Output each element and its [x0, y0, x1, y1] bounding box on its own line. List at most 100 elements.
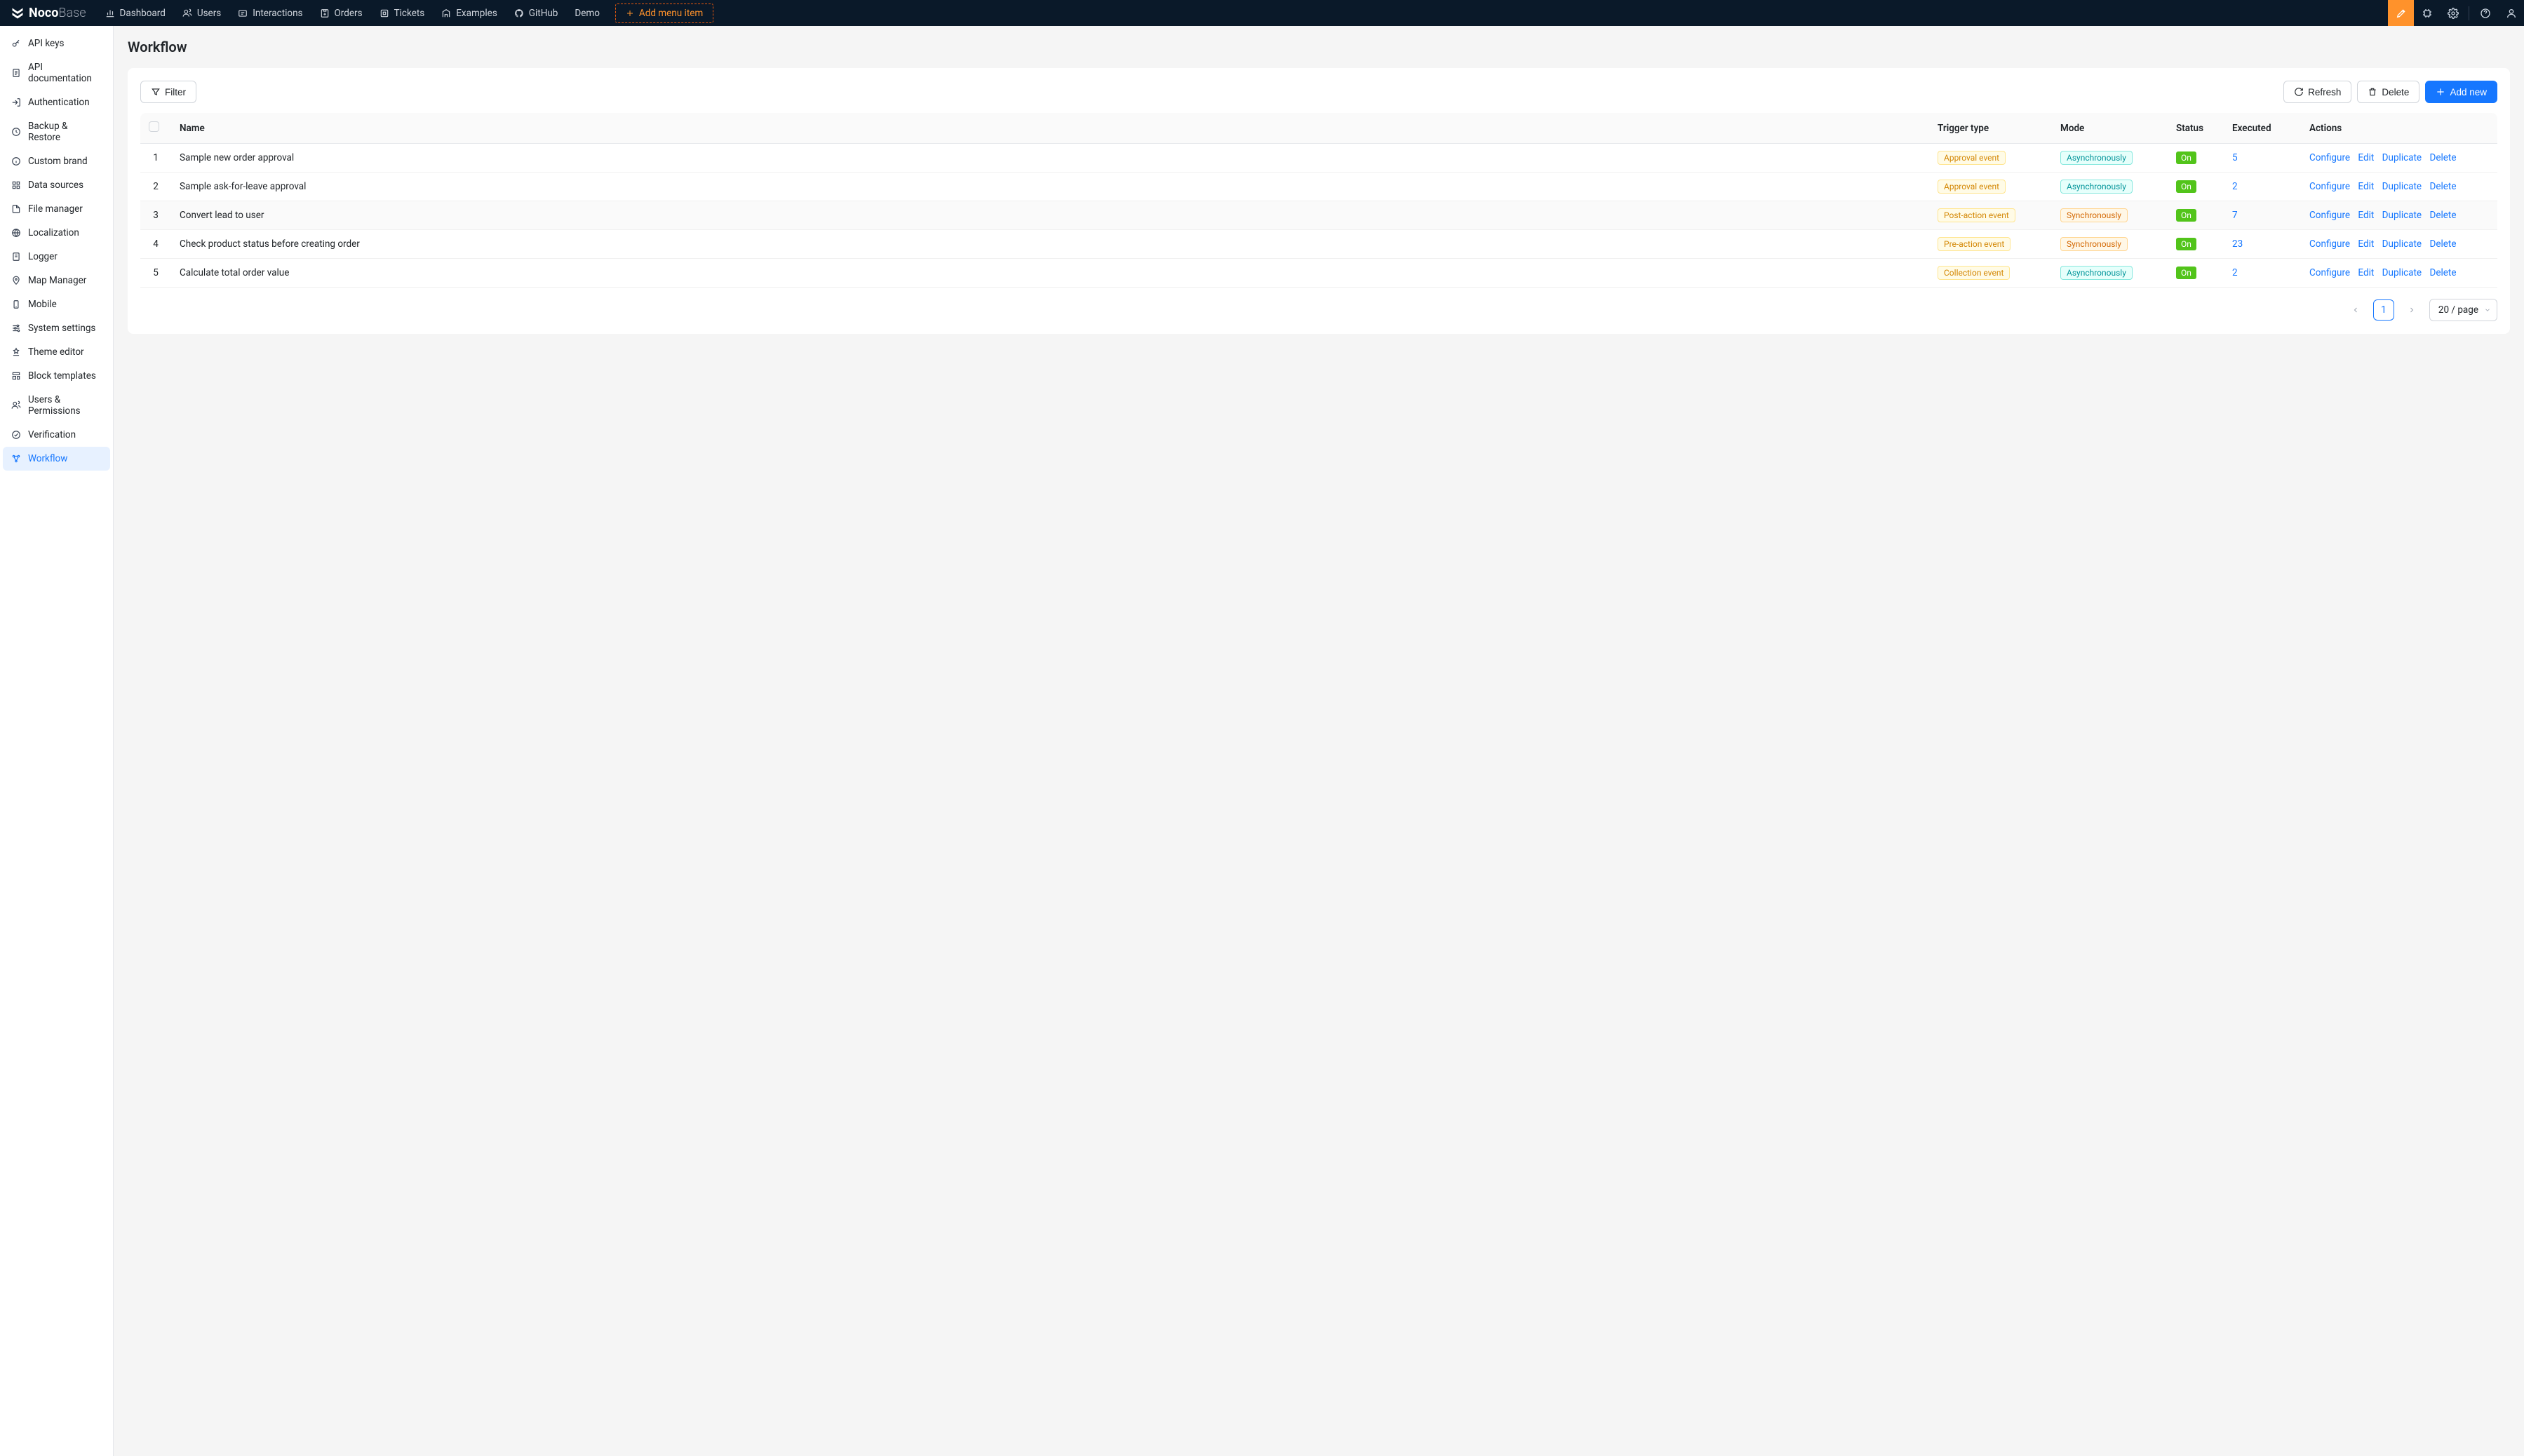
- add-menu-item-button[interactable]: Add menu item: [615, 4, 713, 23]
- trigger-tag: Approval event: [1938, 180, 2006, 194]
- sidebar-item-auth[interactable]: Authentication: [3, 90, 110, 114]
- delete-button[interactable]: Delete: [2357, 81, 2419, 103]
- sidebar-item-api-keys[interactable]: API keys: [3, 32, 110, 55]
- executed-link[interactable]: 2: [2232, 267, 2238, 278]
- sidebar: API keys API documentation Authenticatio…: [0, 26, 114, 1456]
- action-duplicate[interactable]: Duplicate: [2382, 181, 2422, 192]
- sidebar-item-map[interactable]: Map Manager: [3, 269, 110, 292]
- action-duplicate[interactable]: Duplicate: [2382, 238, 2422, 250]
- action-duplicate[interactable]: Duplicate: [2382, 210, 2422, 221]
- settings-button[interactable]: [2440, 0, 2466, 26]
- sidebar-item-verification[interactable]: Verification: [3, 423, 110, 447]
- sidebar-item-theme[interactable]: Theme editor: [3, 340, 110, 364]
- logo-text-light: Base: [58, 6, 86, 20]
- trigger-tag: Collection event: [1938, 266, 2010, 280]
- design-mode-button[interactable]: [2388, 0, 2414, 26]
- filter-button[interactable]: Filter: [140, 81, 196, 103]
- topnav-dashboard[interactable]: Dashboard: [97, 0, 174, 26]
- table-row[interactable]: 3 Convert lead to user Post-action event…: [140, 201, 2497, 230]
- action-edit[interactable]: Edit: [2358, 238, 2374, 250]
- help-button[interactable]: [2472, 0, 2498, 26]
- table-row[interactable]: 4 Check product status before creating o…: [140, 230, 2497, 259]
- refresh-button[interactable]: Refresh: [2283, 81, 2351, 103]
- action-configure[interactable]: Configure: [2309, 181, 2350, 192]
- executed-link[interactable]: 23: [2232, 238, 2243, 250]
- row-index: 5: [140, 259, 171, 288]
- topnav-examples[interactable]: Examples: [433, 0, 506, 26]
- toolbar-right: Refresh Delete Add new: [2283, 81, 2497, 103]
- sidebar-item-backup[interactable]: Backup & Restore: [3, 114, 110, 149]
- table-row[interactable]: 5 Calculate total order value Collection…: [140, 259, 2497, 288]
- action-delete[interactable]: Delete: [2429, 181, 2456, 192]
- user-button[interactable]: [2498, 0, 2524, 26]
- sidebar-item-workflow[interactable]: Workflow: [3, 447, 110, 471]
- add-new-button[interactable]: Add new: [2425, 81, 2497, 103]
- filter-icon: [151, 87, 161, 97]
- sidebar-item-label: File manager: [28, 203, 83, 215]
- executed-link[interactable]: 2: [2232, 181, 2238, 192]
- action-delete[interactable]: Delete: [2429, 238, 2456, 250]
- pin-icon: [11, 276, 21, 285]
- action-edit[interactable]: Edit: [2358, 181, 2374, 192]
- sidebar-item-mobile[interactable]: Mobile: [3, 292, 110, 316]
- sidebar-item-datasources[interactable]: Data sources: [3, 173, 110, 197]
- topnav-github[interactable]: GitHub: [506, 0, 567, 26]
- executed-link[interactable]: 5: [2232, 152, 2238, 163]
- row-actions: Configure Edit Duplicate Delete: [2301, 201, 2497, 230]
- action-duplicate[interactable]: Duplicate: [2382, 267, 2422, 278]
- plus-icon: [626, 9, 634, 18]
- sidebar-item-filemanager[interactable]: File manager: [3, 197, 110, 221]
- sidebar-item-localization[interactable]: Localization: [3, 221, 110, 245]
- action-delete[interactable]: Delete: [2429, 152, 2456, 163]
- status-tag: On: [2176, 267, 2196, 279]
- sidebar-item-templates[interactable]: Block templates: [3, 364, 110, 388]
- mode-tag: Synchronously: [2060, 237, 2128, 251]
- sidebar-item-permissions[interactable]: Users & Permissions: [3, 388, 110, 423]
- building-icon: [441, 8, 451, 18]
- topnav-demo[interactable]: Demo: [566, 0, 608, 26]
- row-executed: 2: [2224, 173, 2301, 201]
- action-edit[interactable]: Edit: [2358, 267, 2374, 278]
- action-duplicate[interactable]: Duplicate: [2382, 152, 2422, 163]
- row-name: Calculate total order value: [171, 259, 1929, 288]
- select-all-checkbox[interactable]: [149, 121, 159, 132]
- action-edit[interactable]: Edit: [2358, 152, 2374, 163]
- pagination-next[interactable]: [2401, 299, 2422, 321]
- topnav-tickets[interactable]: Tickets: [371, 0, 434, 26]
- sidebar-item-system[interactable]: System settings: [3, 316, 110, 340]
- pagination-size-select[interactable]: 20 / page: [2429, 299, 2497, 321]
- action-configure[interactable]: Configure: [2309, 238, 2350, 250]
- action-configure[interactable]: Configure: [2309, 267, 2350, 278]
- topnav-item-label: Demo: [575, 8, 600, 19]
- row-index: 1: [140, 144, 171, 173]
- row-trigger: Post-action event: [1929, 201, 2052, 230]
- orders-icon: [320, 8, 330, 18]
- pagination-prev[interactable]: [2345, 299, 2366, 321]
- sidebar-item-label: Verification: [28, 429, 76, 440]
- topnav-interactions[interactable]: Interactions: [229, 0, 311, 26]
- executed-link[interactable]: 7: [2232, 210, 2238, 221]
- action-configure[interactable]: Configure: [2309, 152, 2350, 163]
- trigger-tag: Approval event: [1938, 151, 2006, 165]
- sidebar-item-logger[interactable]: Logger: [3, 245, 110, 269]
- pagination-page-1[interactable]: 1: [2373, 299, 2394, 321]
- sidebar-item-label: Theme editor: [28, 346, 84, 358]
- sidebar-item-api-docs[interactable]: API documentation: [3, 55, 110, 90]
- template-icon: [11, 371, 21, 381]
- status-tag: On: [2176, 151, 2196, 164]
- action-delete[interactable]: Delete: [2429, 267, 2456, 278]
- topnav-orders[interactable]: Orders: [311, 0, 371, 26]
- header-actions: Actions: [2301, 113, 2497, 144]
- refresh-label: Refresh: [2308, 87, 2341, 97]
- sidebar-item-brand[interactable]: Custom brand: [3, 149, 110, 173]
- action-configure[interactable]: Configure: [2309, 210, 2350, 221]
- topnav-item-label: Examples: [456, 8, 497, 19]
- plugin-button[interactable]: [2414, 0, 2440, 26]
- topnav-users[interactable]: Users: [174, 0, 229, 26]
- action-delete[interactable]: Delete: [2429, 210, 2456, 221]
- table-row[interactable]: 2 Sample ask-for-leave approval Approval…: [140, 173, 2497, 201]
- table-row[interactable]: 1 Sample new order approval Approval eve…: [140, 144, 2497, 173]
- action-edit[interactable]: Edit: [2358, 210, 2374, 221]
- sidebar-item-label: Map Manager: [28, 275, 86, 286]
- logo[interactable]: NocoBase: [0, 6, 97, 20]
